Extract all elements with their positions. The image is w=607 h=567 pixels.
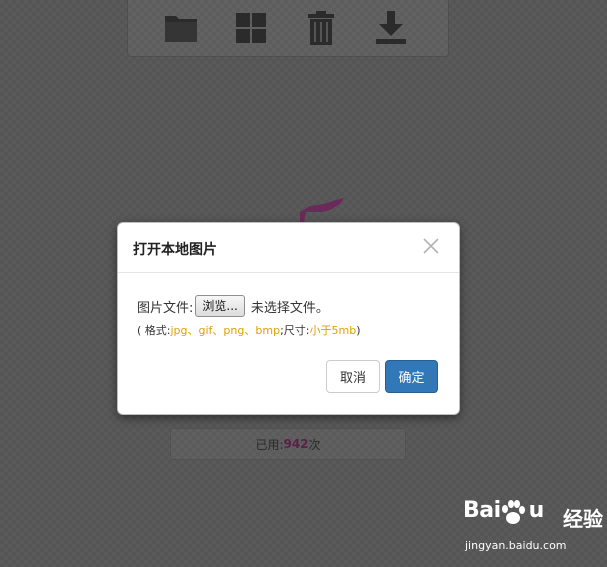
open-folder-button[interactable] bbox=[164, 10, 198, 46]
baidu-watermark: Bai u 经验 jingyan.baidu.com bbox=[463, 498, 603, 558]
hint-open: ( 格式: bbox=[137, 324, 171, 337]
hint-formats: jpg、gif、png、bmp bbox=[170, 324, 281, 337]
hint-separator: ;尺寸: bbox=[280, 324, 310, 337]
folder-icon bbox=[165, 16, 197, 42]
hint-size: 小于5mb bbox=[309, 324, 357, 337]
download-button[interactable] bbox=[374, 10, 408, 46]
usage-prefix: 已用: bbox=[255, 437, 284, 452]
dialog-header: 打开本地图片 bbox=[118, 223, 459, 273]
watermark-subtitle: 经验 bbox=[563, 507, 603, 531]
confirm-button[interactable]: 确定 bbox=[385, 360, 438, 393]
watermark-url: jingyan.baidu.com bbox=[465, 539, 567, 552]
open-image-dialog: 打开本地图片 图片文件: 浏览... 未选择文件。 ( 格式:jpg、gif、p… bbox=[117, 222, 460, 415]
paw-icon bbox=[502, 500, 525, 524]
cancel-button[interactable]: 取消 bbox=[326, 360, 380, 393]
usage-count: 942 bbox=[283, 437, 309, 451]
browse-button[interactable]: 浏览... bbox=[195, 295, 245, 317]
hint-close: ) bbox=[356, 324, 361, 337]
format-hint: ( 格式:jpg、gif、png、bmp;尺寸:小于5mb) bbox=[137, 322, 360, 338]
file-label: 图片文件: bbox=[137, 300, 194, 316]
no-file-text: 未选择文件。 bbox=[250, 300, 329, 316]
layout-grid-button[interactable] bbox=[234, 10, 268, 46]
toolbar bbox=[127, 0, 449, 57]
dialog-title: 打开本地图片 bbox=[133, 242, 217, 258]
file-input-row: 图片文件: 浏览... 未选择文件。 bbox=[137, 295, 329, 317]
delete-button[interactable] bbox=[304, 10, 338, 46]
grid-icon bbox=[236, 13, 266, 43]
trash-icon bbox=[308, 11, 334, 45]
download-icon bbox=[376, 11, 406, 44]
watermark-logo-tail: u bbox=[528, 498, 545, 523]
usage-suffix: 次 bbox=[308, 437, 321, 452]
watermark-logo-text: Bai bbox=[463, 498, 501, 523]
close-icon[interactable] bbox=[422, 237, 440, 255]
usage-counter: 已用: 942 次 bbox=[170, 428, 406, 460]
